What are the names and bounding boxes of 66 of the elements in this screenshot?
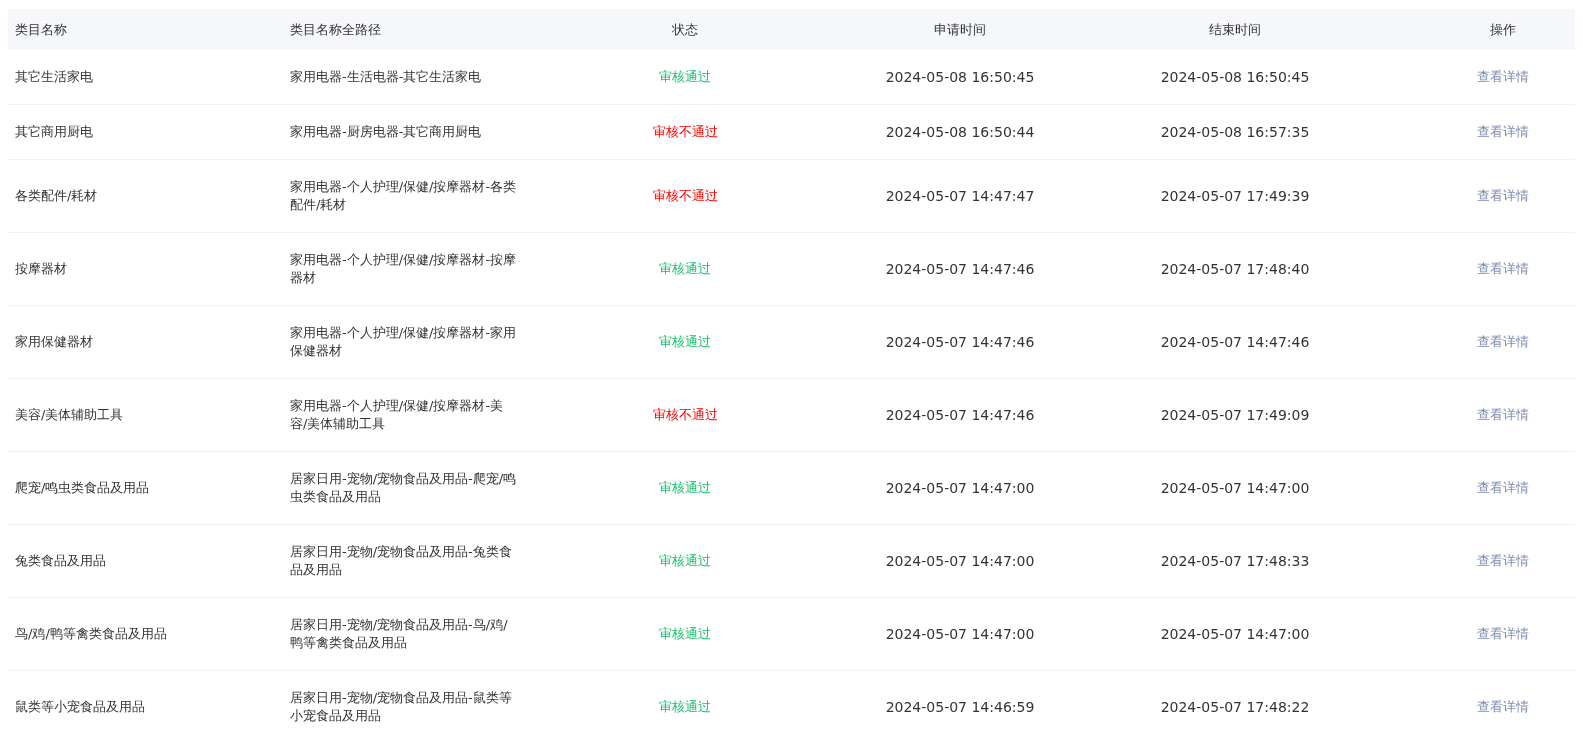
view-details-link[interactable]: 查看详情 — [1476, 188, 1529, 203]
view-details-link[interactable]: 查看详情 — [1476, 124, 1529, 139]
table-cell: 2024-05-07 17:48:22 — [1160, 699, 1310, 715]
status-text: 审核不通过 — [652, 188, 718, 203]
table-cell: 家用电器-个人护理/保健/按摩器材-美容/美体辅助工具 — [290, 398, 504, 431]
table-cell: 各类配件/耗材 — [15, 188, 98, 203]
view-details-link[interactable]: 查看详情 — [1476, 626, 1529, 641]
table-cell: 居家日用-宠物/宠物食品及用品-鸟/鸡/鸭等禽类食品及用品 — [290, 617, 508, 650]
status-text: 审核通过 — [659, 69, 711, 84]
table-cell: 按摩器材 — [15, 261, 67, 276]
table-cell: 2024-05-08 16:50:44 — [885, 124, 1035, 140]
view-details-link[interactable]: 查看详情 — [1476, 69, 1529, 84]
table-cell: 鸟/鸡/鸭等禽类食品及用品 — [15, 626, 167, 641]
table-cell: 家用保健器材 — [15, 334, 93, 349]
view-details-link[interactable]: 查看详情 — [1476, 334, 1529, 349]
table-cell: 鼠类等小宠食品及用品 — [15, 699, 145, 714]
table-cell: 其它生活家电 — [15, 69, 93, 84]
view-details-link[interactable]: 查看详情 — [1476, 261, 1529, 276]
status-text: 审核不通过 — [652, 407, 718, 422]
table-cell: 2024-05-07 17:48:33 — [1160, 553, 1310, 569]
table-cell: 家用电器-个人护理/保健/按摩器材-按摩器材 — [290, 252, 517, 285]
table-cell: 居家日用-宠物/宠物食品及用品-鼠类等小宠食品及用品 — [290, 690, 512, 723]
table-cell: 2024-05-07 14:47:46 — [1160, 334, 1310, 350]
column-header: 申请时间 — [934, 21, 986, 37]
table-cell: 兔类食品及用品 — [15, 553, 106, 568]
table-cell: 家用电器-厨房电器-其它商用厨电 — [290, 124, 482, 139]
table-cell: 2024-05-07 14:47:00 — [1160, 626, 1310, 642]
status-text: 审核通过 — [659, 626, 711, 641]
table-cell: 2024-05-07 17:48:40 — [1160, 261, 1310, 277]
view-details-link[interactable]: 查看详情 — [1476, 553, 1529, 568]
column-header: 类目名称全路径 — [290, 21, 381, 37]
table-cell: 2024-05-08 16:50:45 — [1160, 69, 1310, 85]
view-details-link[interactable]: 查看详情 — [1476, 699, 1529, 714]
table-cell: 2024-05-07 17:49:39 — [1160, 188, 1310, 204]
view-details-link[interactable]: 查看详情 — [1476, 480, 1529, 495]
table-cell: 家用电器-个人护理/保健/按摩器材-家用保健器材 — [290, 325, 517, 358]
table-cell: 美容/美体辅助工具 — [15, 407, 124, 422]
column-header: 操作 — [1489, 21, 1516, 37]
table-cell: 居家日用-宠物/宠物食品及用品-爬宠/鸣虫类食品及用品 — [290, 471, 517, 504]
table-cell: 2024-05-07 14:47:00 — [885, 480, 1035, 496]
table-cell: 2024-05-07 17:49:09 — [1160, 407, 1310, 423]
table-cell: 其它商用厨电 — [15, 124, 93, 139]
column-header: 状态 — [672, 21, 698, 37]
status-text: 审核通过 — [659, 699, 711, 714]
table-cell: 2024-05-07 14:47:00 — [885, 553, 1035, 569]
status-text: 审核通过 — [659, 553, 711, 568]
table-cell: 家用电器-个人护理/保健/按摩器材-各类配件/耗材 — [290, 179, 517, 212]
table-cell: 2024-05-08 16:57:35 — [1160, 124, 1310, 140]
table-cell: 2024-05-07 14:47:47 — [885, 188, 1035, 204]
column-header: 类目名称 — [15, 21, 67, 37]
view-details-link[interactable]: 查看详情 — [1476, 407, 1529, 422]
table-cell: 2024-05-07 14:47:46 — [885, 261, 1035, 277]
table-cell: 家用电器-生活电器-其它生活家电 — [290, 69, 482, 84]
column-header: 结束时间 — [1209, 21, 1261, 37]
table-cell: 爬宠/鸣虫类食品及用品 — [15, 480, 150, 495]
status-text: 审核通过 — [659, 334, 711, 349]
status-text: 审核通过 — [659, 480, 711, 495]
table-cell: 居家日用-宠物/宠物食品及用品-兔类食品及用品 — [290, 544, 512, 577]
table-cell: 2024-05-07 14:47:00 — [885, 626, 1035, 642]
table-cell: 2024-05-07 14:47:00 — [1160, 480, 1310, 496]
table-cell: 2024-05-07 14:47:46 — [885, 334, 1035, 350]
table-cell: 2024-05-07 14:47:46 — [885, 407, 1035, 423]
status-text: 审核通过 — [659, 261, 711, 276]
status-text: 审核不通过 — [652, 124, 718, 139]
table-cell: 2024-05-07 14:46:59 — [885, 699, 1035, 715]
table-cell: 2024-05-08 16:50:45 — [885, 69, 1035, 85]
